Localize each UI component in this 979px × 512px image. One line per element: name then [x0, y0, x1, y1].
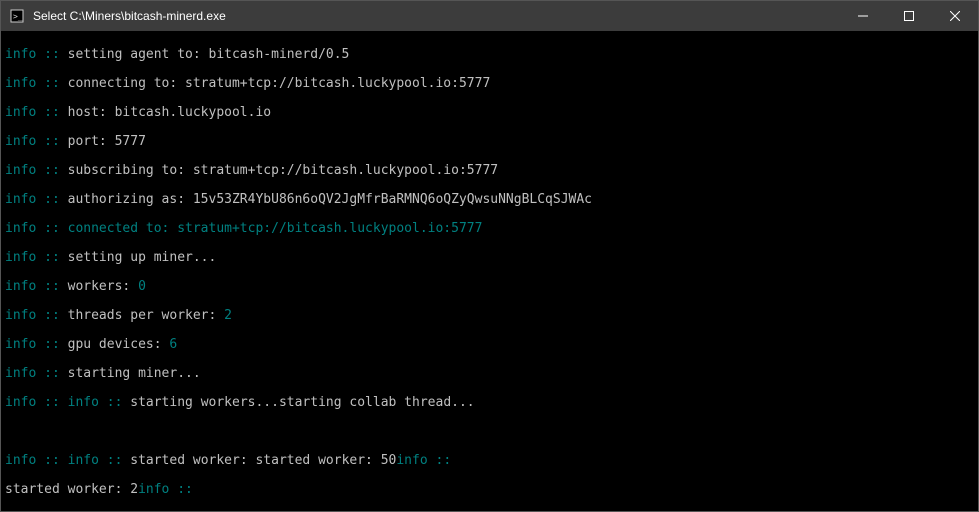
log-prefix: info :: — [68, 395, 131, 410]
close-button[interactable] — [932, 1, 978, 31]
log-prefix: info :: — [138, 482, 201, 497]
log-prefix: info :: — [5, 279, 68, 294]
log-text: connecting to: stratum+tcp://bitcash.luc… — [68, 76, 491, 91]
log-prefix: info :: — [5, 76, 68, 91]
log-prefix: info :: — [5, 337, 68, 352]
log-text: setting agent to: bitcash-minerd/0.5 — [68, 47, 350, 62]
log-text: gpu devices: — [68, 337, 170, 352]
window-title: Select C:\Miners\bitcash-minerd.exe — [33, 9, 840, 23]
terminal-output[interactable]: info :: setting agent to: bitcash-minerd… — [1, 31, 978, 511]
log-prefix: info :: — [5, 163, 68, 178]
blank-line — [5, 425, 974, 440]
app-icon: >_ — [9, 8, 25, 24]
log-prefix: info :: — [5, 47, 68, 62]
log-text: subscribing to: stratum+tcp://bitcash.lu… — [68, 163, 498, 178]
log-prefix: info :: — [326, 511, 389, 512]
log-text: started worker: started worker: 4 — [68, 511, 326, 512]
log-value: 0 — [138, 279, 146, 294]
log-prefix: info :: — [5, 221, 68, 236]
log-text: starting miner... — [68, 366, 201, 381]
log-prefix: info :: — [68, 453, 131, 468]
log-text: host: bitcash.luckypool.io — [68, 105, 272, 120]
log-prefix: info :: — [5, 308, 68, 323]
log-text: threads per worker: — [68, 308, 225, 323]
log-text: setting up miner... — [68, 250, 217, 265]
log-text: connected to: stratum+tcp://bitcash.luck… — [68, 221, 483, 236]
minimize-button[interactable] — [840, 1, 886, 31]
window-controls — [840, 1, 978, 31]
log-value: 6 — [169, 337, 177, 352]
maximize-button[interactable] — [886, 1, 932, 31]
terminal-window: >_ Select C:\Miners\bitcash-minerd.exe i… — [0, 0, 979, 512]
log-text: workers: — [68, 279, 138, 294]
log-text: port: 5777 — [68, 134, 146, 149]
log-prefix: info :: — [396, 453, 459, 468]
log-prefix: info :: — [5, 453, 68, 468]
log-text: started worker: started worker: 50 — [130, 453, 396, 468]
log-text: started worker: 2 — [5, 482, 138, 497]
log-text: authorizing as: 15v53ZR4YbU86n6oQV2JgMfr… — [68, 192, 592, 207]
log-prefix: info :: — [5, 250, 68, 265]
log-prefix: info :: — [5, 134, 68, 149]
log-prefix: info :: — [5, 511, 68, 512]
log-prefix: info :: — [5, 105, 68, 120]
log-prefix: info :: — [5, 395, 68, 410]
titlebar[interactable]: >_ Select C:\Miners\bitcash-minerd.exe — [1, 1, 978, 31]
log-text: 1 — [389, 511, 397, 512]
log-text: starting workers...starting collab threa… — [130, 395, 474, 410]
log-prefix: info :: — [5, 192, 68, 207]
log-value: 2 — [224, 308, 232, 323]
svg-text:>_: >_ — [13, 12, 23, 21]
log-prefix: info :: — [5, 366, 68, 381]
